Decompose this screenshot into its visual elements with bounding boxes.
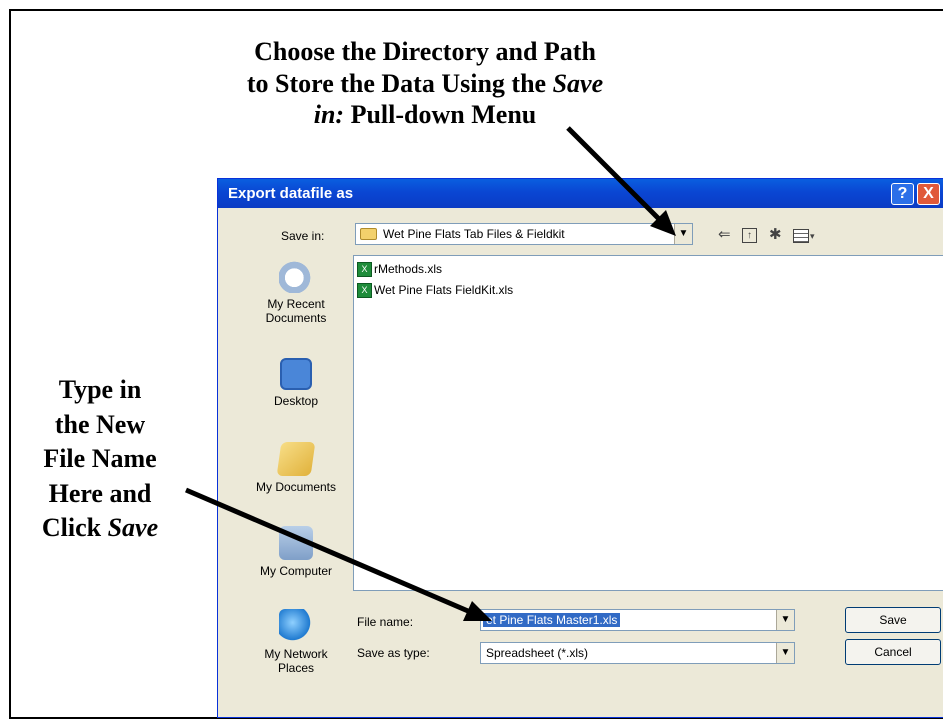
save-as-type-label: Save as type: [357, 646, 430, 660]
list-item[interactable]: X Wet Pine Flats FieldKit.xls [357, 282, 514, 299]
annotation-left-line1: Type in [58, 375, 142, 404]
save-button[interactable]: Save [845, 607, 941, 633]
folder-icon [360, 228, 377, 240]
annotation-left-line4: Here and [48, 478, 152, 508]
annotation-top-line2: to Store the Data Using the [246, 68, 553, 98]
excel-file-icon: X [357, 283, 372, 299]
place-my-documents[interactable]: My Documents [241, 442, 351, 494]
annotation-top-line1: Choose the Directory and Path [254, 37, 596, 66]
chevron-down-icon[interactable]: ▼ [776, 610, 794, 630]
place-label: Places [277, 661, 315, 675]
list-item[interactable]: XrMethods.xls [357, 261, 443, 278]
save-as-type-dropdown[interactable]: Spreadsheet (*.xls) ▼ [480, 642, 795, 664]
export-dialog: Export datafile as ? X Save in: Wet Pine… [217, 178, 943, 718]
cancel-button[interactable]: Cancel [845, 639, 941, 665]
place-label: Desktop [273, 394, 319, 408]
places-bar: My Recent Documents Desktop My Documents… [241, 254, 346, 709]
save-as-type-value: Spreadsheet (*.xls) [486, 646, 589, 660]
save-in-label: Save in: [281, 229, 325, 243]
my-computer-icon [279, 526, 313, 560]
network-globe-icon [279, 609, 313, 643]
back-icon[interactable]: ⇐ [718, 225, 731, 243]
dialog-titlebar[interactable]: Export datafile as [218, 179, 943, 208]
new-folder-icon[interactable]: ✱ [769, 225, 782, 243]
annotation-left-line3: File Name [43, 444, 157, 474]
save-in-value: Wet Pine Flats Tab Files & Fieldkit [383, 227, 565, 241]
views-menu-icon[interactable] [793, 229, 809, 243]
place-my-recent-documents[interactable]: My Recent Documents [241, 259, 351, 325]
file-name-field[interactable]: et Pine Flats Master1.xls ▼ [480, 609, 795, 631]
annotation-left-line2: the New [54, 409, 146, 439]
place-label: My Documents [255, 480, 337, 494]
dialog-title: Export datafile as [228, 185, 354, 202]
annotation-left-line5-italic: Save [107, 513, 159, 543]
views-dropdown-icon[interactable]: ▾ [810, 231, 815, 242]
recent-documents-icon [279, 259, 313, 293]
annotation-left: Type in the New File Name Here and Click… [10, 373, 190, 546]
file-name: Wet Pine Flats FieldKit.xls [374, 283, 514, 297]
place-desktop[interactable]: Desktop [241, 358, 351, 408]
annotation-top: Choose the Directory and Path to Store t… [200, 36, 650, 131]
file-name-label: File name: [357, 615, 414, 629]
annotation-top-line2-italic: Save [552, 68, 604, 98]
close-button[interactable]: X [917, 183, 940, 205]
annotation-top-line3: Pull-down Menu [344, 100, 537, 130]
file-list[interactable]: XrMethods.xls X Wet Pine Flats FieldKit.x… [353, 255, 943, 591]
save-in-dropdown[interactable]: Wet Pine Flats Tab Files & Fieldkit ▼ [355, 223, 693, 245]
place-label: My Computer [259, 564, 333, 578]
my-documents-icon [276, 442, 316, 476]
help-button[interactable]: ? [891, 183, 914, 205]
file-name-value: et Pine Flats Master1.xls [483, 613, 621, 627]
annotation-top-line3-italic: in: [313, 100, 345, 130]
place-label: My Recent [267, 297, 325, 311]
chevron-down-icon[interactable]: ▼ [674, 224, 692, 244]
file-name: rMethods.xls [374, 262, 443, 276]
excel-file-icon: X [357, 262, 372, 278]
place-my-network-places[interactable]: My Network Places [241, 609, 351, 675]
desktop-icon [280, 358, 312, 390]
place-my-computer[interactable]: My Computer [241, 526, 351, 578]
place-label: My Network [264, 647, 328, 661]
place-label: Documents [265, 311, 327, 325]
annotation-left-line5: Click [41, 513, 108, 543]
chevron-down-icon[interactable]: ▼ [776, 643, 794, 663]
up-folder-icon[interactable]: ↑ [742, 228, 757, 243]
